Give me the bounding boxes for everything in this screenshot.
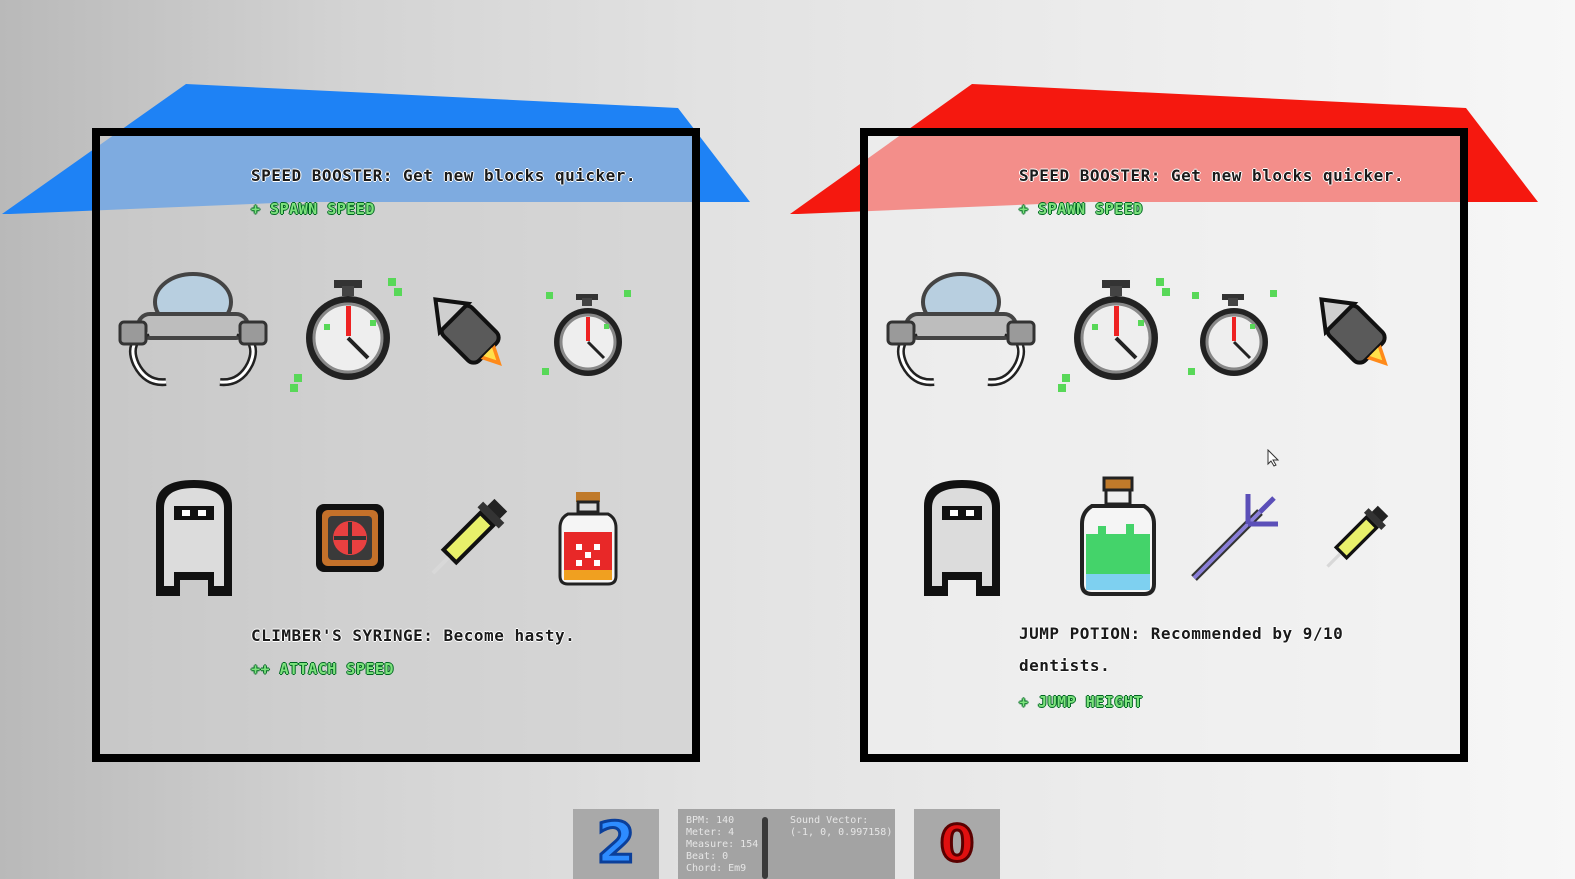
measure-text: Measure: 154 bbox=[686, 839, 759, 850]
top-item-name: SPEED BOOSTER: Get new blocks quicker. bbox=[1019, 166, 1405, 185]
syringe-icon[interactable] bbox=[1312, 492, 1402, 582]
hooded-ghost-icon[interactable] bbox=[920, 476, 1004, 598]
player-one-key-label: 2 bbox=[595, 810, 637, 878]
volume-slider[interactable] bbox=[762, 817, 768, 879]
small-stopwatch-icon[interactable] bbox=[1186, 286, 1281, 386]
bottom-item-name: JUMP POTION: Recommended by 9/10 dentist… bbox=[1019, 624, 1344, 675]
meter-text: Meter: 4 bbox=[686, 827, 735, 838]
mouse-cursor-icon bbox=[1267, 449, 1280, 467]
player-two-key-label: 0 bbox=[938, 814, 976, 875]
rocket-icon[interactable] bbox=[1304, 284, 1404, 380]
top-item-name: SPEED BOOSTER: Get new blocks quicker. bbox=[251, 166, 637, 185]
sound-vector-label: Sound Vector: bbox=[790, 815, 869, 826]
bottom-item-stat: + JUMP HEIGHT bbox=[1019, 693, 1143, 711]
player-two-key-button[interactable]: 0 bbox=[914, 809, 1000, 879]
top-item-stat: + SPAWN SPEED bbox=[251, 200, 375, 218]
item-choice-panel-blue[interactable]: SPEED BOOSTER: Get new blocks quicker. +… bbox=[92, 128, 700, 762]
syringe-icon[interactable] bbox=[414, 482, 524, 592]
bottom-item-stat: ++ ATTACH SPEED bbox=[251, 660, 394, 678]
small-stopwatch-icon[interactable] bbox=[540, 286, 635, 386]
bpm-text: BPM: 140 bbox=[686, 815, 735, 826]
item-choice-panel-red[interactable]: SPEED BOOSTER: Get new blocks quicker. +… bbox=[860, 128, 1468, 762]
bottom-item-name: CLIMBER'S SYRINGE: Become hasty. bbox=[251, 626, 576, 645]
top-item-stat: + SPAWN SPEED bbox=[1019, 200, 1143, 218]
red-potion-icon[interactable] bbox=[558, 492, 618, 586]
rocket-icon[interactable] bbox=[418, 284, 518, 380]
beat-text: Beat: 0 bbox=[686, 851, 729, 862]
bottom-bar: 2 BPM: 140 Meter: 4 Measure: 154 Beat: 0… bbox=[0, 809, 1575, 879]
chord-text: Chord: Em9 bbox=[686, 863, 747, 874]
player-one-key-button[interactable]: 2 bbox=[573, 809, 659, 879]
ufo-icon[interactable] bbox=[886, 272, 1036, 397]
stopwatch-icon[interactable] bbox=[290, 274, 405, 394]
sound-vector-value: (-1, 0, 0.997158) bbox=[790, 827, 893, 838]
framed-orb-icon[interactable] bbox=[314, 502, 386, 574]
trident-icon[interactable] bbox=[1186, 488, 1282, 584]
debug-info-panel: BPM: 140 Meter: 4 Measure: 154 Beat: 0 C… bbox=[678, 809, 895, 879]
hooded-ghost-icon[interactable] bbox=[152, 476, 236, 598]
green-potion-icon[interactable] bbox=[1078, 476, 1158, 596]
stopwatch-icon[interactable] bbox=[1058, 274, 1173, 394]
ufo-icon[interactable] bbox=[118, 272, 268, 397]
